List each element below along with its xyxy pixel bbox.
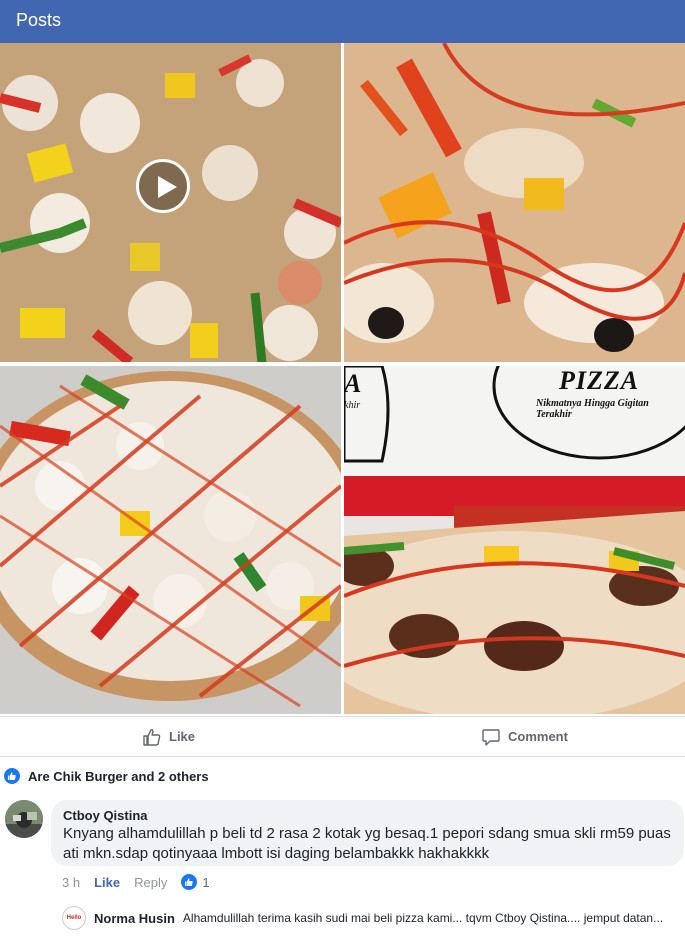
reactions-summary[interactable]: Are Chik Burger and 2 others <box>4 766 209 786</box>
reactions-text: Are Chik Burger and 2 others <box>28 768 209 784</box>
reply-preview[interactable]: Hello Norma Husin Alhamdulillah terima k… <box>62 905 682 931</box>
photo-grid: A khir PIZZA Nikmatnya Hingga Gigitan Te… <box>0 43 685 714</box>
like-reaction-icon <box>181 874 198 890</box>
box-left-small: khir <box>344 400 361 411</box>
comment-time: 3 h <box>62 874 81 890</box>
play-icon <box>158 176 177 198</box>
avatar[interactable] <box>5 800 43 838</box>
reply-author[interactable]: Norma Husin <box>94 911 175 926</box>
comment-author[interactable]: Ctboy Qistina <box>63 808 672 823</box>
comment-bubble: Ctboy Qistina Knyang alhamdulillah p bel… <box>51 800 684 866</box>
play-video-button[interactable] <box>136 159 190 213</box>
box-left-letter: A <box>344 369 362 398</box>
page-title: Posts <box>16 10 62 30</box>
comment-label: Comment <box>508 729 568 744</box>
like-button[interactable]: Like <box>142 717 195 756</box>
photo-3[interactable] <box>0 366 341 714</box>
photo-1-video[interactable] <box>0 43 341 362</box>
comment-reply-link[interactable]: Reply <box>134 875 167 890</box>
box-tagline: Nikmatnya Hingga Gigitan Terakhir <box>536 398 649 420</box>
post-actions: Like Comment <box>0 716 685 757</box>
comment-icon <box>482 728 500 746</box>
comment-like-link[interactable]: Like <box>94 875 120 890</box>
top-bar: Posts <box>0 0 685 43</box>
like-reaction-icon <box>4 768 20 784</box>
comment-text: Knyang alhamdulillah p beli td 2 rasa 2 … <box>63 825 671 862</box>
reply-text: Alhamdulillah terima kasih sudi mai beli… <box>182 911 664 925</box>
reply-avatar[interactable]: Hello <box>62 906 86 930</box>
photo-2[interactable] <box>344 43 685 362</box>
photo-4[interactable]: A khir PIZZA Nikmatnya Hingga Gigitan Te… <box>344 366 685 714</box>
thumbs-up-icon <box>143 728 161 746</box>
like-label: Like <box>169 729 196 744</box>
reaction-count-value: 1 <box>202 874 210 890</box>
comment-meta: 3 h Like Reply 1 <box>62 874 210 890</box>
comment-reaction-count[interactable]: 1 <box>181 874 210 890</box>
box-logo: PIZZA <box>559 366 640 395</box>
comment-button[interactable]: Comment <box>481 717 568 756</box>
